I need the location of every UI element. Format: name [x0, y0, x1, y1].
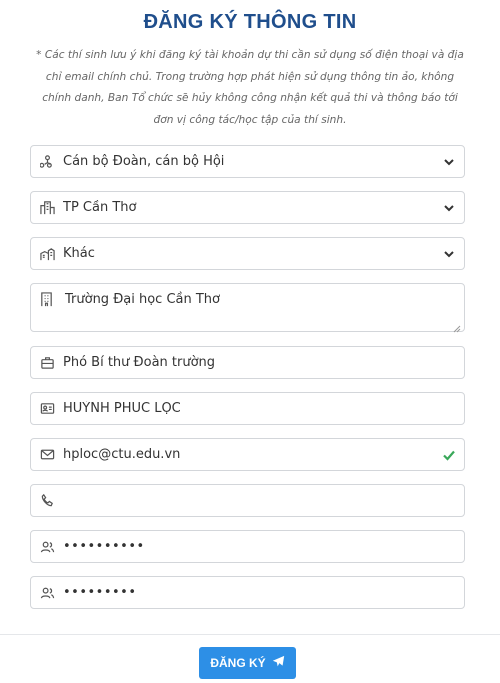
- phone-icon: [31, 485, 63, 516]
- page-title: ĐĂNG KÝ THÔNG TIN: [143, 11, 357, 33]
- chevron-down-icon: [434, 156, 464, 168]
- phone-input[interactable]: [30, 484, 465, 517]
- send-icon: [272, 655, 285, 671]
- id-card-icon: [31, 393, 63, 424]
- email-value: hploc@ctu.edu.vn: [63, 447, 181, 462]
- submit-button[interactable]: ĐĂNG KÝ: [199, 647, 296, 679]
- person-network-icon: [31, 146, 63, 177]
- unit-name-textarea[interactable]: Trường Đại học Cần Thơ: [30, 283, 465, 333]
- building-icon: [39, 292, 55, 308]
- city-icon: [31, 192, 63, 223]
- buildings-icon: [31, 238, 63, 269]
- submit-label: ĐĂNG KÝ: [210, 656, 266, 670]
- password-confirm-input[interactable]: •••••••••: [30, 576, 465, 609]
- briefcase-icon: [31, 347, 63, 378]
- full-name-value: HUỲNH PHÚC LỘC: [63, 401, 181, 416]
- registration-note: * Các thí sinh lưu ý khi đăng ký tài kho…: [36, 49, 464, 126]
- unit-name-value: Trường Đại học Cần Thơ: [65, 292, 220, 307]
- full-name-input[interactable]: HUỲNH PHÚC LỘC: [30, 392, 465, 425]
- mail-icon: [31, 439, 63, 470]
- email-input[interactable]: hploc@ctu.edu.vn: [30, 438, 465, 471]
- check-icon: [434, 448, 464, 462]
- object-type-value: Cán bộ Đoàn, cán bộ Hội: [63, 154, 225, 169]
- object-type-select[interactable]: Cán bộ Đoàn, cán bộ Hội: [30, 145, 465, 178]
- resize-handle-icon[interactable]: [453, 320, 461, 333]
- password-input[interactable]: ••••••••••: [30, 530, 465, 563]
- province-value: TP Cần Thơ: [63, 200, 137, 215]
- position-value: Phó Bí thư Đoàn trường: [63, 355, 216, 370]
- password-confirm-value: •••••••••: [63, 585, 137, 600]
- users-icon: [31, 531, 63, 562]
- password-value: ••••••••••: [63, 539, 145, 554]
- position-input[interactable]: Phó Bí thư Đoàn trường: [30, 346, 465, 379]
- unit-type-value: Khác: [63, 246, 95, 261]
- unit-type-select[interactable]: Khác: [30, 237, 465, 270]
- chevron-down-icon: [434, 202, 464, 214]
- divider: [0, 634, 500, 635]
- users-icon: [31, 577, 63, 608]
- chevron-down-icon: [434, 248, 464, 260]
- province-select[interactable]: TP Cần Thơ: [30, 191, 465, 224]
